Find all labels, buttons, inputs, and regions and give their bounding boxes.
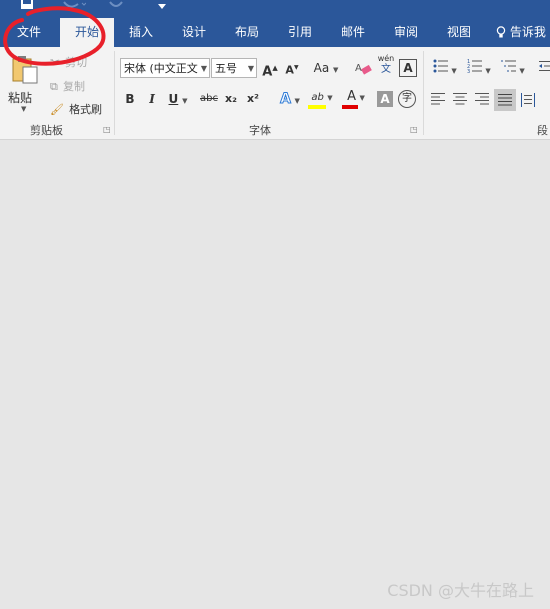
font-size-value: 五号 [215, 62, 237, 75]
svg-text:A: A [355, 63, 362, 74]
font-group-label: 字体 [249, 124, 271, 137]
justify-icon [498, 94, 512, 106]
superscript-button[interactable]: x² [244, 91, 262, 107]
copy-button[interactable]: ⧉ 复制 [50, 75, 85, 93]
font-launcher-icon[interactable]: ◳ [410, 125, 418, 134]
bold-button[interactable]: B [122, 91, 138, 107]
format-painter-label: 格式刷 [69, 103, 103, 116]
font-color-button[interactable]: A ▼ [342, 89, 370, 109]
align-right-icon [475, 93, 489, 105]
chevron-down-icon[interactable]: ▼ [21, 105, 26, 113]
phonetic-guide-button[interactable]: wén 文 [377, 53, 395, 75]
tab-insert[interactable]: 插入 [119, 18, 163, 47]
font-name-value: 宋体 (中文正文 [124, 62, 198, 75]
group-separator [423, 51, 424, 135]
lightbulb-icon [496, 26, 506, 38]
tell-me-label: 告诉我 [509, 25, 546, 39]
decrease-indent-icon [539, 61, 550, 71]
enclose-characters-button[interactable]: 字 [398, 90, 416, 108]
multilevel-list-icon [501, 60, 517, 72]
highlight-button[interactable]: ab ▼ [308, 89, 336, 109]
justify-button[interactable] [494, 89, 516, 111]
text-effects-button[interactable]: A ▼ [276, 91, 304, 109]
clipboard-launcher-icon[interactable]: ◳ [103, 125, 111, 134]
tell-me-search[interactable]: 告诉我 [496, 18, 550, 47]
font-size-combo[interactable]: 五号 ▼ [211, 58, 257, 78]
paragraph-group-label: 段 [537, 124, 548, 137]
copy-icon: ⧉ [50, 80, 58, 93]
tab-mailings[interactable]: 邮件 [331, 18, 375, 47]
multilevel-list-button[interactable]: ▼ [498, 59, 528, 79]
tab-references[interactable]: 引用 [278, 18, 322, 47]
tab-view[interactable]: 视图 [437, 18, 481, 47]
distributed-icon [521, 93, 535, 107]
align-left-button[interactable] [430, 93, 446, 110]
shrink-font-button[interactable]: A▼ [284, 60, 300, 79]
character-border-button[interactable]: A [399, 59, 417, 77]
tab-review[interactable]: 审阅 [384, 18, 428, 47]
red-annotation-circle [3, 6, 106, 66]
underline-button[interactable]: U ▼ [166, 91, 190, 109]
grow-font-button[interactable]: A▲ [262, 60, 278, 80]
customize-qat-icon[interactable] [158, 2, 166, 12]
copy-label: 复制 [62, 80, 85, 93]
align-right-button[interactable] [474, 93, 490, 110]
change-case-button[interactable]: Aa ▼ [312, 60, 340, 78]
document-area[interactable] [0, 140, 550, 609]
font-name-combo[interactable]: 宋体 (中文正文 ▼ [120, 58, 210, 78]
highlight-color-bar [308, 105, 326, 109]
paintbrush-icon: 🖌 [50, 103, 64, 116]
numbering-icon: 123 [467, 59, 483, 75]
align-center-icon [453, 93, 467, 105]
bullets-button[interactable]: ▼ [430, 59, 460, 79]
chevron-down-icon: ▼ [200, 64, 207, 73]
italic-button[interactable]: I [144, 91, 160, 107]
clear-formatting-button[interactable]: A [354, 60, 372, 81]
align-center-button[interactable] [452, 93, 468, 110]
paste-label: 粘贴 [8, 91, 33, 105]
bullets-icon [433, 59, 449, 73]
font-color-bar [342, 105, 358, 109]
numbering-button[interactable]: 123 ▼ [464, 59, 494, 79]
align-left-icon [431, 93, 445, 105]
svg-text:3: 3 [467, 69, 470, 73]
watermark: CSDN @大牛在路上 [387, 581, 534, 600]
subscript-button[interactable]: x₂ [222, 91, 240, 107]
tab-layout[interactable]: 布局 [225, 18, 269, 47]
eraser-icon: A [355, 63, 372, 75]
decrease-indent-button[interactable] [538, 59, 550, 78]
strikethrough-button[interactable]: abc [198, 91, 220, 107]
tab-design[interactable]: 设计 [172, 18, 216, 47]
character-shading-button[interactable]: A [377, 91, 393, 107]
format-painter-button[interactable]: 🖌 格式刷 [50, 98, 103, 116]
clipboard-group-label: 剪贴板 [30, 124, 63, 137]
distributed-button[interactable] [520, 93, 536, 112]
chevron-down-icon: ▼ [247, 64, 254, 73]
